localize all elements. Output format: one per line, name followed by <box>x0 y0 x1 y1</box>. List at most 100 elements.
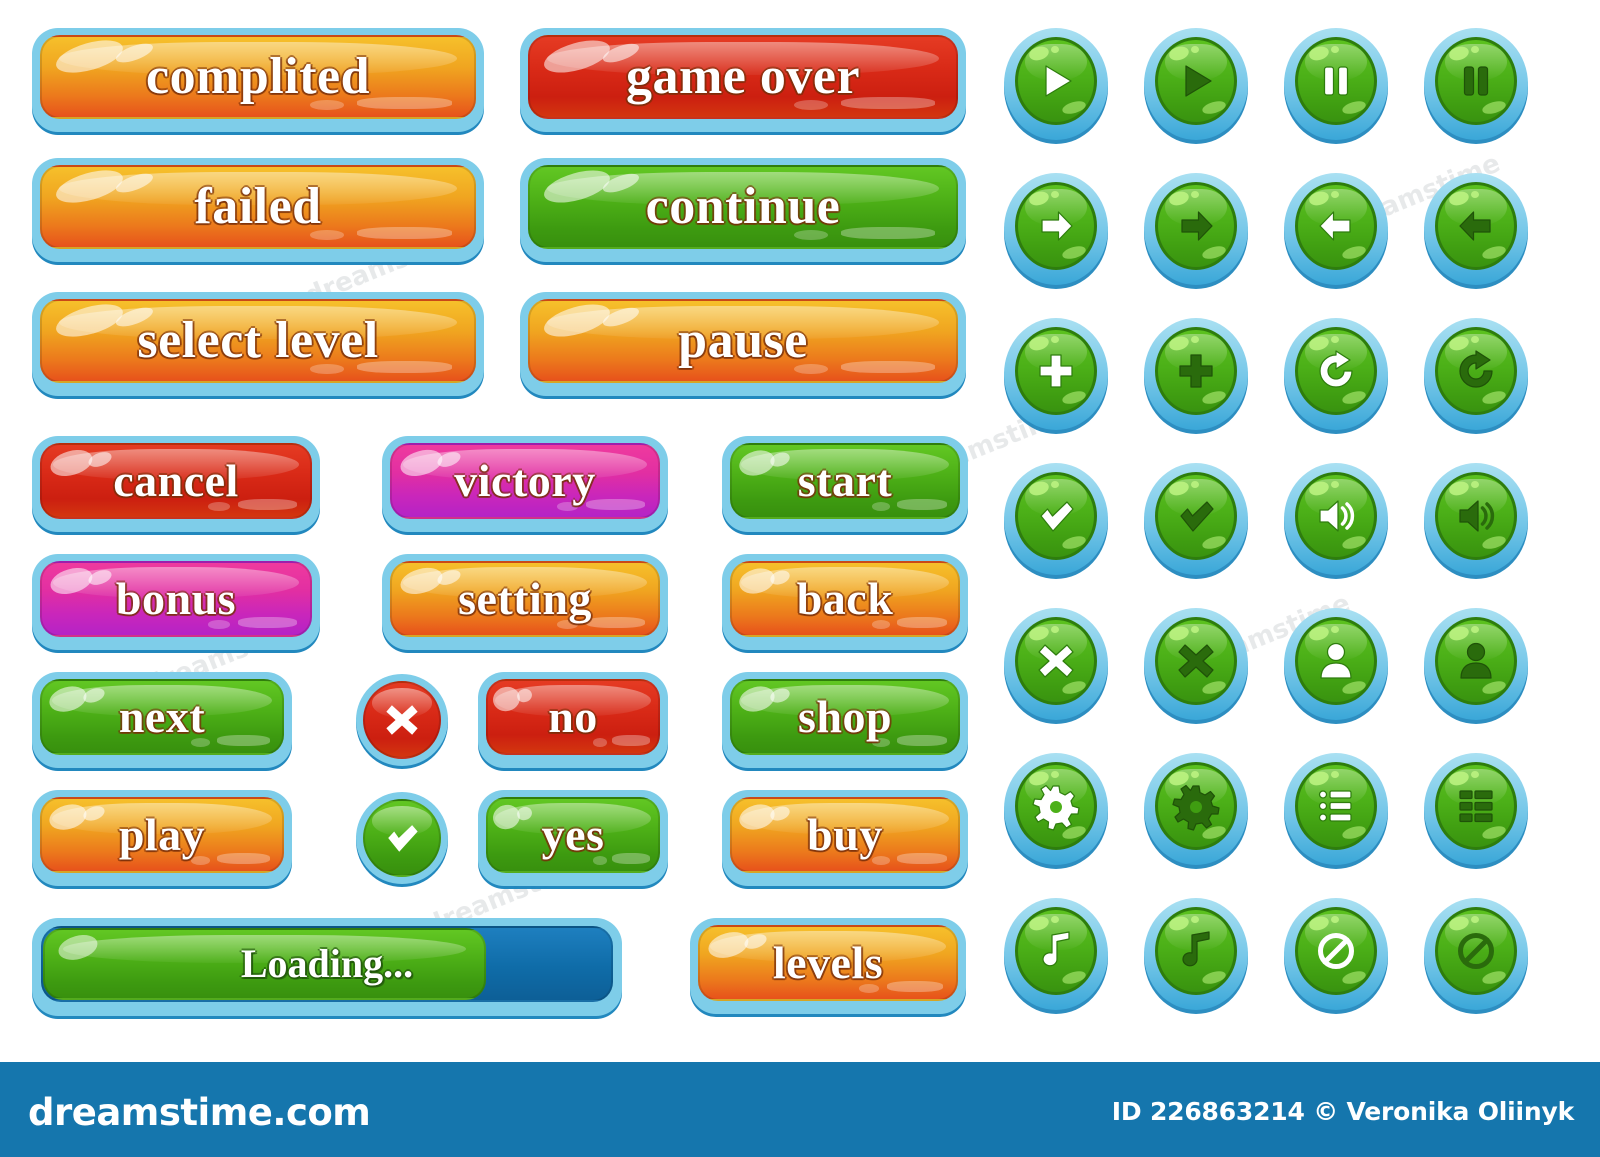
button-face <box>1015 37 1097 125</box>
button-face <box>1295 37 1377 125</box>
button-face <box>1435 907 1517 995</box>
button-face <box>1435 37 1517 125</box>
gloss-highlight <box>1190 915 1200 924</box>
arrow-left-icon <box>1319 211 1351 241</box>
button-back[interactable]: back <box>722 554 968 650</box>
icon-button-close-x-dark[interactable] <box>1144 608 1248 720</box>
button-continue[interactable]: continue <box>520 158 966 262</box>
button-label: select level <box>137 312 379 369</box>
refresh-icon <box>1319 350 1353 388</box>
button-close-x[interactable] <box>356 674 448 766</box>
gloss-highlight <box>1190 190 1200 199</box>
button-select-level[interactable]: select level <box>32 292 484 396</box>
gloss-highlight <box>237 499 297 510</box>
button-levels[interactable]: levels <box>690 918 966 1014</box>
button-next[interactable]: next <box>32 672 292 768</box>
gloss-highlight <box>114 169 156 197</box>
icon-button-music-note-light[interactable] <box>1004 898 1108 1010</box>
button-confirm-check[interactable] <box>356 792 448 884</box>
button-label: failed <box>194 178 322 235</box>
icon-button-arrow-right-light[interactable] <box>1004 173 1108 285</box>
button-setting[interactable]: setting <box>382 554 668 650</box>
icon-button-music-note-dark[interactable] <box>1144 898 1248 1010</box>
gloss-highlight <box>1470 625 1480 634</box>
gloss-highlight <box>81 685 106 706</box>
button-cancel[interactable]: cancel <box>32 436 320 532</box>
icon-button-grid-dark[interactable] <box>1424 753 1528 865</box>
icon-button-refresh-dark[interactable] <box>1424 318 1528 430</box>
icon-button-play-light[interactable] <box>1004 28 1108 140</box>
button-face: failed <box>40 165 476 249</box>
gloss-highlight <box>612 735 650 746</box>
icon-button-arrow-left-dark[interactable] <box>1424 173 1528 285</box>
button-face <box>1295 762 1377 850</box>
icon-button-list-light[interactable] <box>1284 753 1388 865</box>
button-buy[interactable]: buy <box>722 790 968 886</box>
icon-button-check-dark[interactable] <box>1144 463 1248 575</box>
icon-button-plus-dark[interactable] <box>1144 318 1248 430</box>
icon-button-arrow-left-light[interactable] <box>1284 173 1388 285</box>
button-complited[interactable]: complited <box>32 28 484 132</box>
button-no[interactable]: no <box>478 672 668 768</box>
list-icon <box>1318 790 1352 822</box>
gloss-highlight <box>1190 480 1200 489</box>
arrow-left-icon <box>1459 211 1491 241</box>
button-label: pause <box>678 312 808 369</box>
gear-icon <box>1032 784 1080 831</box>
button-face <box>1015 182 1097 270</box>
gear-icon <box>1172 784 1220 831</box>
gloss-highlight <box>81 803 106 824</box>
button-face: game over <box>528 35 958 119</box>
gloss-highlight <box>515 686 534 705</box>
button-label: back <box>796 573 894 624</box>
gloss-highlight <box>741 931 769 952</box>
gloss-highlight <box>1050 45 1060 54</box>
gloss-highlight <box>768 685 793 705</box>
icon-button-user-dark[interactable] <box>1424 608 1528 720</box>
button-face: levels <box>698 925 958 1001</box>
gloss-highlight <box>1330 480 1340 489</box>
button-label: cancel <box>113 455 239 506</box>
gloss-highlight <box>1050 915 1060 924</box>
icon-button-refresh-light[interactable] <box>1284 318 1388 430</box>
check-icon <box>388 825 418 852</box>
button-face: shop <box>730 679 960 755</box>
icon-button-volume-dark[interactable] <box>1424 463 1528 575</box>
button-face <box>1155 762 1237 850</box>
button-yes[interactable]: yes <box>478 790 668 886</box>
icon-button-arrow-right-dark[interactable] <box>1144 173 1248 285</box>
button-face <box>1015 327 1097 415</box>
icon-button-gear-dark[interactable] <box>1144 753 1248 865</box>
button-face: start <box>730 443 960 519</box>
icon-button-gear-light[interactable] <box>1004 753 1108 865</box>
button-bonus[interactable]: bonus <box>32 554 320 650</box>
button-start[interactable]: start <box>722 436 968 532</box>
gloss-highlight <box>1470 770 1480 779</box>
button-shop[interactable]: shop <box>722 672 968 768</box>
gloss-highlight <box>1050 770 1060 779</box>
button-label: yes <box>541 809 605 860</box>
icon-button-check-light[interactable] <box>1004 463 1108 575</box>
icon-button-ban-light[interactable] <box>1284 898 1388 1010</box>
button-failed[interactable]: failed <box>32 158 484 262</box>
icon-button-pause-dark[interactable] <box>1424 28 1528 140</box>
icon-button-close-x-light[interactable] <box>1004 608 1108 720</box>
plus-icon <box>1179 354 1213 388</box>
volume-icon <box>1459 500 1495 532</box>
gloss-highlight <box>237 617 297 628</box>
icon-button-user-light[interactable] <box>1284 608 1388 720</box>
gloss-highlight <box>217 853 270 864</box>
check-icon <box>1180 501 1214 532</box>
icon-button-ban-dark[interactable] <box>1424 898 1528 1010</box>
gloss-highlight <box>1330 45 1340 54</box>
button-victory[interactable]: victory <box>382 436 668 532</box>
icon-button-plus-light[interactable] <box>1004 318 1108 430</box>
button-play[interactable]: play <box>32 790 292 886</box>
icon-button-play-dark[interactable] <box>1144 28 1248 140</box>
button-label: levels <box>772 937 884 988</box>
icon-button-pause-light[interactable] <box>1284 28 1388 140</box>
button-game-over[interactable]: game over <box>520 28 966 132</box>
button-face: buy <box>730 797 960 873</box>
icon-button-volume-light[interactable] <box>1284 463 1388 575</box>
button-pause[interactable]: pause <box>520 292 966 396</box>
